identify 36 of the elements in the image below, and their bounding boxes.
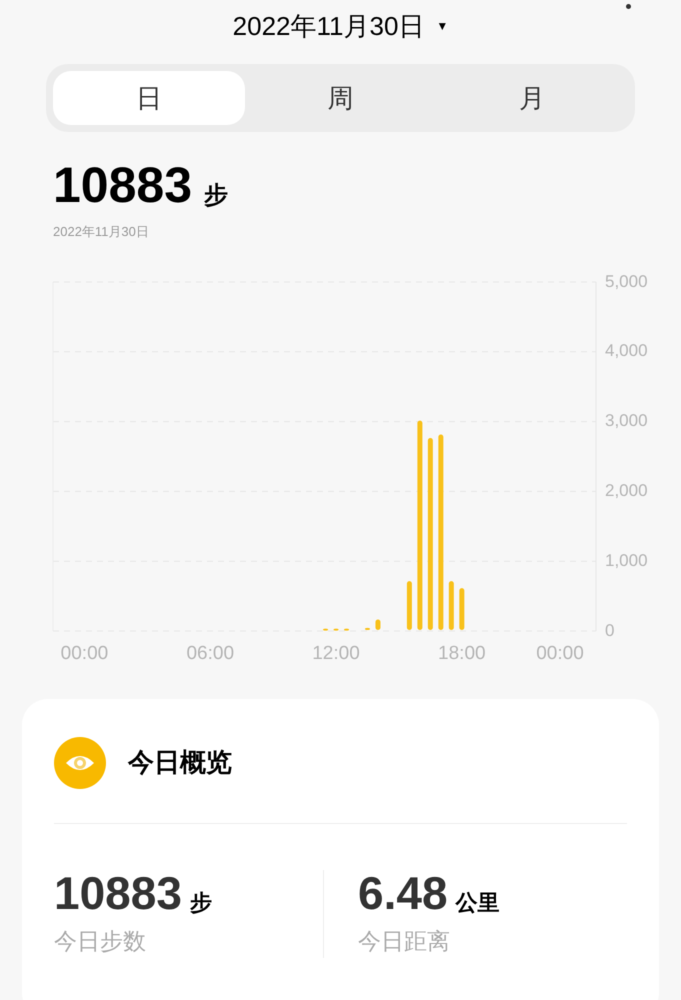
unit-label: 步: [204, 184, 228, 210]
chart-bar: [334, 628, 339, 630]
chart-bar: [344, 628, 350, 630]
chart-bar: [406, 580, 412, 630]
stat-value: 10883: [54, 870, 182, 916]
card-title: 今日概览: [128, 746, 232, 779]
more-icon[interactable]: [626, 4, 631, 9]
chart-bar: [375, 619, 380, 630]
chart-bar: [459, 588, 464, 630]
date-label: 2022年11月30日: [53, 223, 150, 241]
unit-label: 步: [190, 892, 212, 916]
chart-bar: [448, 580, 454, 630]
period-tab[interactable]: 月: [436, 71, 628, 125]
axis-label: 3,000: [605, 412, 648, 430]
stat-label: 今日距离: [358, 926, 451, 956]
axis-label: 2,000: [605, 482, 648, 499]
axis-label: 12:00: [312, 644, 360, 662]
period-tab[interactable]: 周: [244, 71, 436, 125]
period-tab[interactable]: 日: [53, 71, 245, 125]
axis-label: 06:00: [186, 644, 234, 662]
axis-label: 18:00: [438, 644, 486, 662]
stat-value: 6.48: [358, 870, 448, 916]
eye-icon: [54, 736, 106, 788]
axis-label: 1,000: [605, 552, 648, 569]
date-title[interactable]: 2022年11月30日: [232, 6, 424, 46]
dropdown-arrow[interactable]: ▼: [436, 17, 448, 35]
axis-label: 0: [605, 622, 614, 638]
chart-bar: [323, 628, 328, 630]
axis-label: 5,000: [605, 272, 648, 290]
chart-bar: [364, 627, 370, 630]
axis-label: 00:00: [60, 644, 108, 662]
stat-label: 今日步数: [54, 926, 147, 956]
axis-label: 00:00: [536, 644, 584, 662]
axis-label: 4,000: [605, 342, 648, 360]
unit-label: 公里: [456, 892, 500, 916]
step-count: 10883: [53, 160, 192, 210]
